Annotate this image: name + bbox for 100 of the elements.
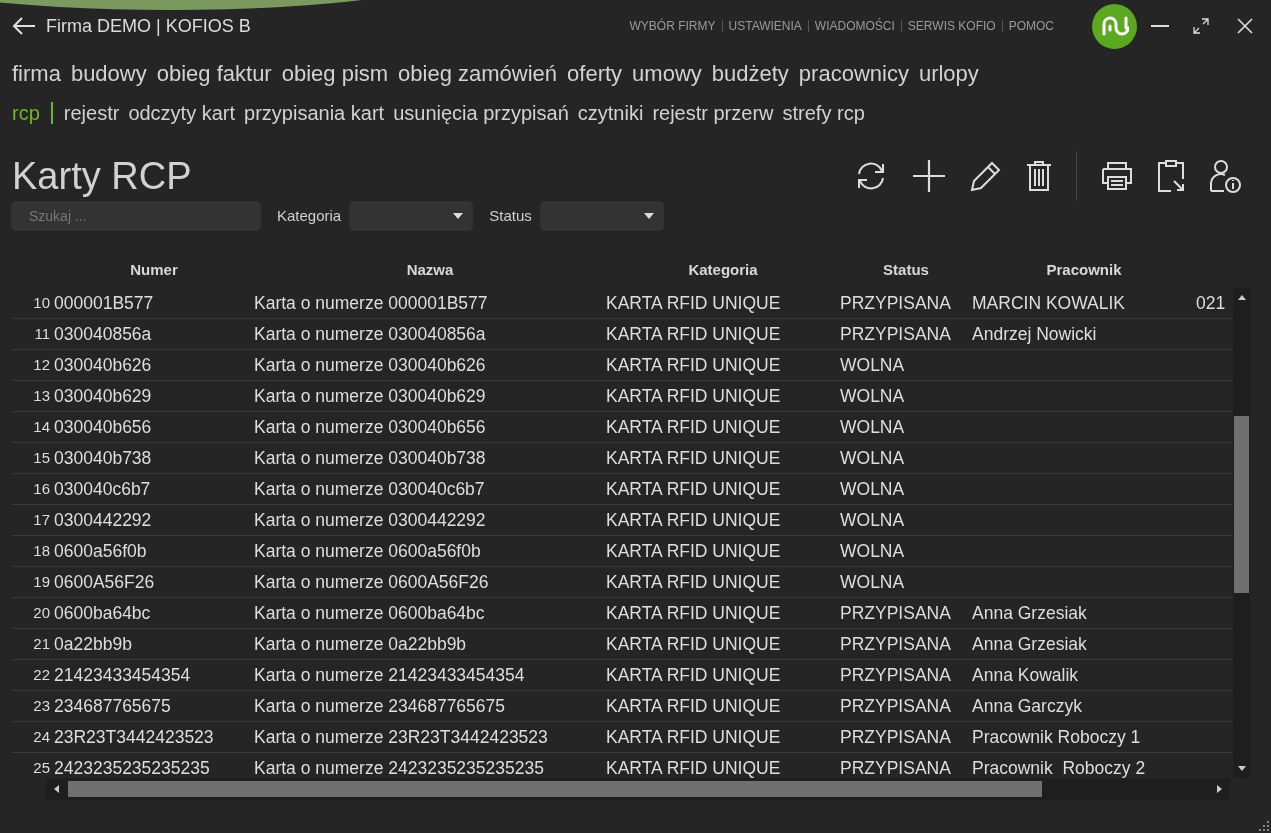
printer-icon[interactable] bbox=[1101, 161, 1133, 191]
table-cell: Karta o numerze 23R23T3442423523 bbox=[254, 726, 548, 747]
table-cell: Karta o numerze 0300442292 bbox=[254, 509, 486, 530]
nav-link[interactable]: umowy bbox=[632, 56, 702, 90]
table-cell: PRZYPISANA bbox=[840, 695, 951, 716]
table-cell: Karta o numerze 2423235235235235 bbox=[254, 757, 544, 778]
table-cell: 0300442292 bbox=[54, 509, 152, 530]
page-title: Karty RCP bbox=[12, 153, 192, 199]
row-number: 25 bbox=[33, 758, 50, 776]
table-cell: WOLNA bbox=[840, 385, 905, 406]
top-menu-link[interactable]: WYBÓR FIRMY bbox=[629, 17, 716, 35]
table-cell: Karta o numerze 030040c6b7 bbox=[254, 478, 485, 499]
maximize-icon[interactable] bbox=[1193, 18, 1209, 34]
subnav-link[interactable]: czytniki bbox=[577, 98, 644, 128]
table-cell: 030040b656 bbox=[54, 416, 152, 437]
nav-link[interactable]: obieg pism bbox=[281, 56, 389, 90]
table-cell: Karta o numerze 21423433454354 bbox=[254, 664, 525, 685]
scroll-down-icon[interactable] bbox=[1238, 766, 1246, 771]
column-header[interactable]: Pracownik bbox=[1046, 260, 1122, 278]
table-cell: MARCIN KOWALIK bbox=[972, 292, 1125, 313]
scroll-left-icon[interactable] bbox=[54, 785, 59, 793]
table-cell: 0600a56f0b bbox=[54, 540, 147, 561]
nav-link[interactable]: budżety bbox=[711, 56, 789, 90]
add-icon[interactable] bbox=[912, 159, 946, 193]
table-cell: 000001B577 bbox=[54, 292, 154, 313]
subnav-link[interactable]: usunięcia przypisań bbox=[393, 98, 569, 128]
nav-link[interactable]: oferty bbox=[567, 56, 623, 90]
scroll-right-icon[interactable] bbox=[1217, 785, 1222, 793]
table-cell: Karta o numerze 0600A56F26 bbox=[254, 571, 489, 592]
nav-link[interactable]: obieg zamówień bbox=[398, 56, 558, 90]
dropdown-arrow-icon bbox=[453, 213, 464, 219]
table-cell: KARTA RFID UNIQUE bbox=[606, 540, 781, 561]
table-cell: Karta o numerze 030040b738 bbox=[254, 447, 486, 468]
close-icon[interactable] bbox=[1237, 18, 1253, 34]
row-number: 14 bbox=[33, 417, 50, 435]
table-cell: KARTA RFID UNIQUE bbox=[606, 695, 781, 716]
table-cell: KARTA RFID UNIQUE bbox=[606, 571, 781, 592]
scrollbar-thumb[interactable] bbox=[68, 781, 1042, 797]
horizontal-scrollbar[interactable] bbox=[46, 778, 1230, 800]
nav-link[interactable]: obieg faktur bbox=[156, 56, 272, 90]
nav-link[interactable]: urlopy bbox=[918, 56, 979, 90]
table-cell: WOLNA bbox=[840, 447, 905, 468]
vertical-scrollbar[interactable] bbox=[1233, 288, 1250, 778]
table-cell: 2423235235235235 bbox=[54, 757, 210, 778]
subnav-link[interactable]: odczyty kart bbox=[128, 98, 236, 128]
row-number: 19 bbox=[33, 572, 50, 590]
row-number: 11 bbox=[34, 324, 50, 342]
row-number: 10 bbox=[33, 293, 50, 311]
table-cell: Karta o numerze 000001B577 bbox=[254, 292, 488, 313]
table-cell: Anna Garczyk bbox=[972, 695, 1082, 716]
resize-grip-icon[interactable] bbox=[1257, 819, 1269, 831]
scroll-up-icon[interactable] bbox=[1238, 295, 1246, 300]
column-header[interactable]: Numer bbox=[130, 260, 178, 278]
table-cell: WOLNA bbox=[840, 416, 905, 437]
table-cell: Karta o numerze 0600ba64bc bbox=[254, 602, 485, 623]
table-cell: 21423433454354 bbox=[54, 664, 191, 685]
column-header[interactable]: Nazwa bbox=[406, 260, 454, 278]
row-number: 15 bbox=[33, 448, 50, 466]
row-number: 23 bbox=[33, 696, 50, 714]
subnav-link[interactable]: przypisania kart bbox=[244, 98, 385, 128]
top-menu-link[interactable]: SERWIS KOFIO bbox=[907, 17, 996, 35]
subnav-link[interactable]: rejestr przerw bbox=[652, 98, 774, 128]
table-cell: PRZYPISANA bbox=[840, 292, 951, 313]
row-number: 17 bbox=[33, 510, 50, 528]
clipboard-icon[interactable] bbox=[1157, 159, 1185, 193]
user-info-icon[interactable] bbox=[1209, 159, 1241, 193]
top-menu-link[interactable]: POMOC bbox=[1008, 17, 1054, 35]
section-label: rcp bbox=[12, 101, 40, 126]
table-cell: KARTA RFID UNIQUE bbox=[606, 509, 781, 530]
table-cell: Pracownik Roboczy 2 bbox=[972, 757, 1146, 778]
table-cell: Karta o numerze 030040b656 bbox=[254, 416, 486, 437]
row-number: 21 bbox=[33, 634, 50, 652]
table-cell: 0a22bb9b bbox=[54, 633, 132, 654]
table-cell: Karta o numerze 0600a56f0b bbox=[254, 540, 481, 561]
table-cell: Karta o numerze 030040b629 bbox=[254, 385, 486, 406]
table-cell: WOLNA bbox=[840, 354, 905, 375]
table-cell: KARTA RFID UNIQUE bbox=[606, 447, 781, 468]
back-arrow-icon[interactable] bbox=[12, 17, 36, 35]
column-header[interactable]: Kategoria bbox=[688, 260, 758, 278]
nav-link[interactable]: firma bbox=[12, 56, 61, 90]
column-header[interactable]: Status bbox=[883, 260, 929, 278]
table-cell: KARTA RFID UNIQUE bbox=[606, 323, 781, 344]
trash-icon[interactable] bbox=[1026, 160, 1052, 192]
table-cell: Pracownik Roboczy 1 bbox=[972, 726, 1141, 747]
scrollbar-thumb[interactable] bbox=[1234, 416, 1249, 593]
top-menu-link[interactable]: WIADOMOŚCI bbox=[814, 17, 895, 35]
nav-link[interactable]: budowy bbox=[70, 56, 147, 90]
nav-link[interactable]: pracownicy bbox=[798, 56, 909, 90]
table-cell: 23R23T3442423523 bbox=[54, 726, 214, 747]
row-number: 16 bbox=[33, 479, 50, 497]
table-cell: WOLNA bbox=[840, 571, 905, 592]
table-cell: PRZYPISANA bbox=[840, 633, 951, 654]
top-menu-link[interactable]: USTAWIENIA bbox=[728, 17, 802, 35]
subnav-link[interactable]: strefy rcp bbox=[782, 98, 865, 128]
table-cell: Anna Kowalik bbox=[972, 664, 1079, 685]
pencil-icon[interactable] bbox=[970, 160, 1002, 192]
row-number: 20 bbox=[33, 603, 50, 621]
search-field[interactable]: Szukaj ... bbox=[11, 201, 261, 231]
table-cell: KARTA RFID UNIQUE bbox=[606, 664, 781, 685]
subnav-link[interactable]: rejestr bbox=[63, 98, 120, 128]
